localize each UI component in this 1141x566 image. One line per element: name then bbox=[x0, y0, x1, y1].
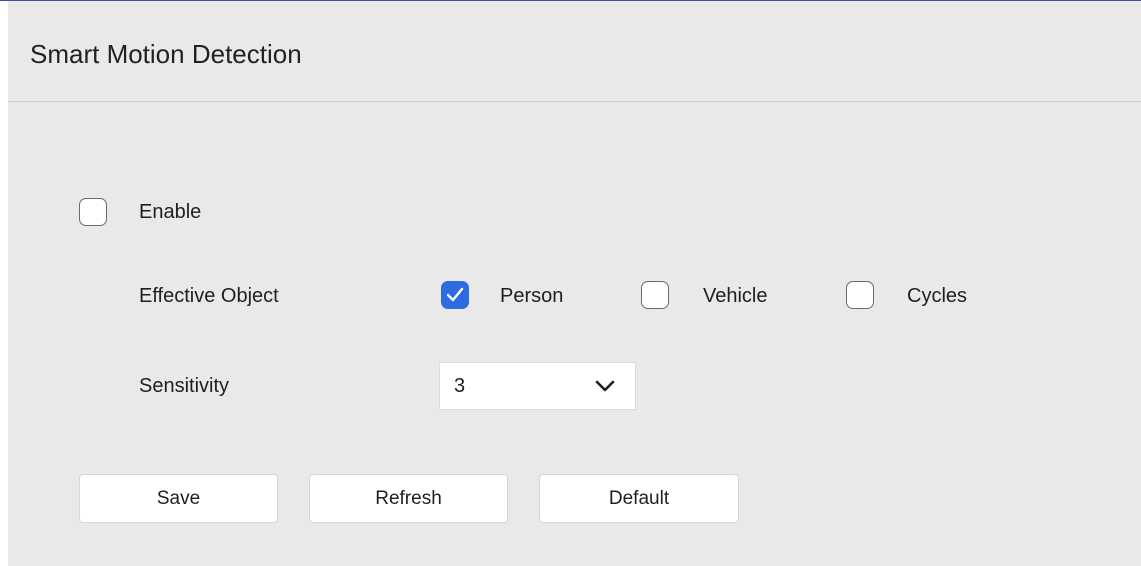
person-label: Person bbox=[500, 285, 564, 307]
cycles-checkbox[interactable] bbox=[846, 281, 874, 309]
check-icon bbox=[446, 287, 464, 302]
sensitivity-label: Sensitivity bbox=[139, 375, 230, 397]
settings-panel: Smart Motion Detection Enable Effective … bbox=[8, 1, 1141, 566]
save-button[interactable]: Save bbox=[79, 474, 278, 523]
refresh-button[interactable]: Refresh bbox=[309, 474, 508, 523]
cycles-label: Cycles bbox=[907, 285, 968, 307]
sensitivity-select[interactable]: 3 bbox=[439, 362, 636, 410]
enable-label: Enable bbox=[139, 201, 202, 223]
enable-checkbox[interactable] bbox=[79, 198, 107, 226]
person-checkbox[interactable] bbox=[441, 281, 469, 309]
chevron-down-icon bbox=[595, 380, 615, 392]
panel-header: Smart Motion Detection bbox=[8, 1, 1141, 102]
effective-object-label: Effective Object bbox=[139, 285, 279, 307]
default-button[interactable]: Default bbox=[539, 474, 739, 523]
vehicle-checkbox[interactable] bbox=[641, 281, 669, 309]
sensitivity-value: 3 bbox=[454, 375, 466, 397]
page-title: Smart Motion Detection bbox=[30, 39, 302, 69]
vehicle-label: Vehicle bbox=[703, 285, 768, 307]
